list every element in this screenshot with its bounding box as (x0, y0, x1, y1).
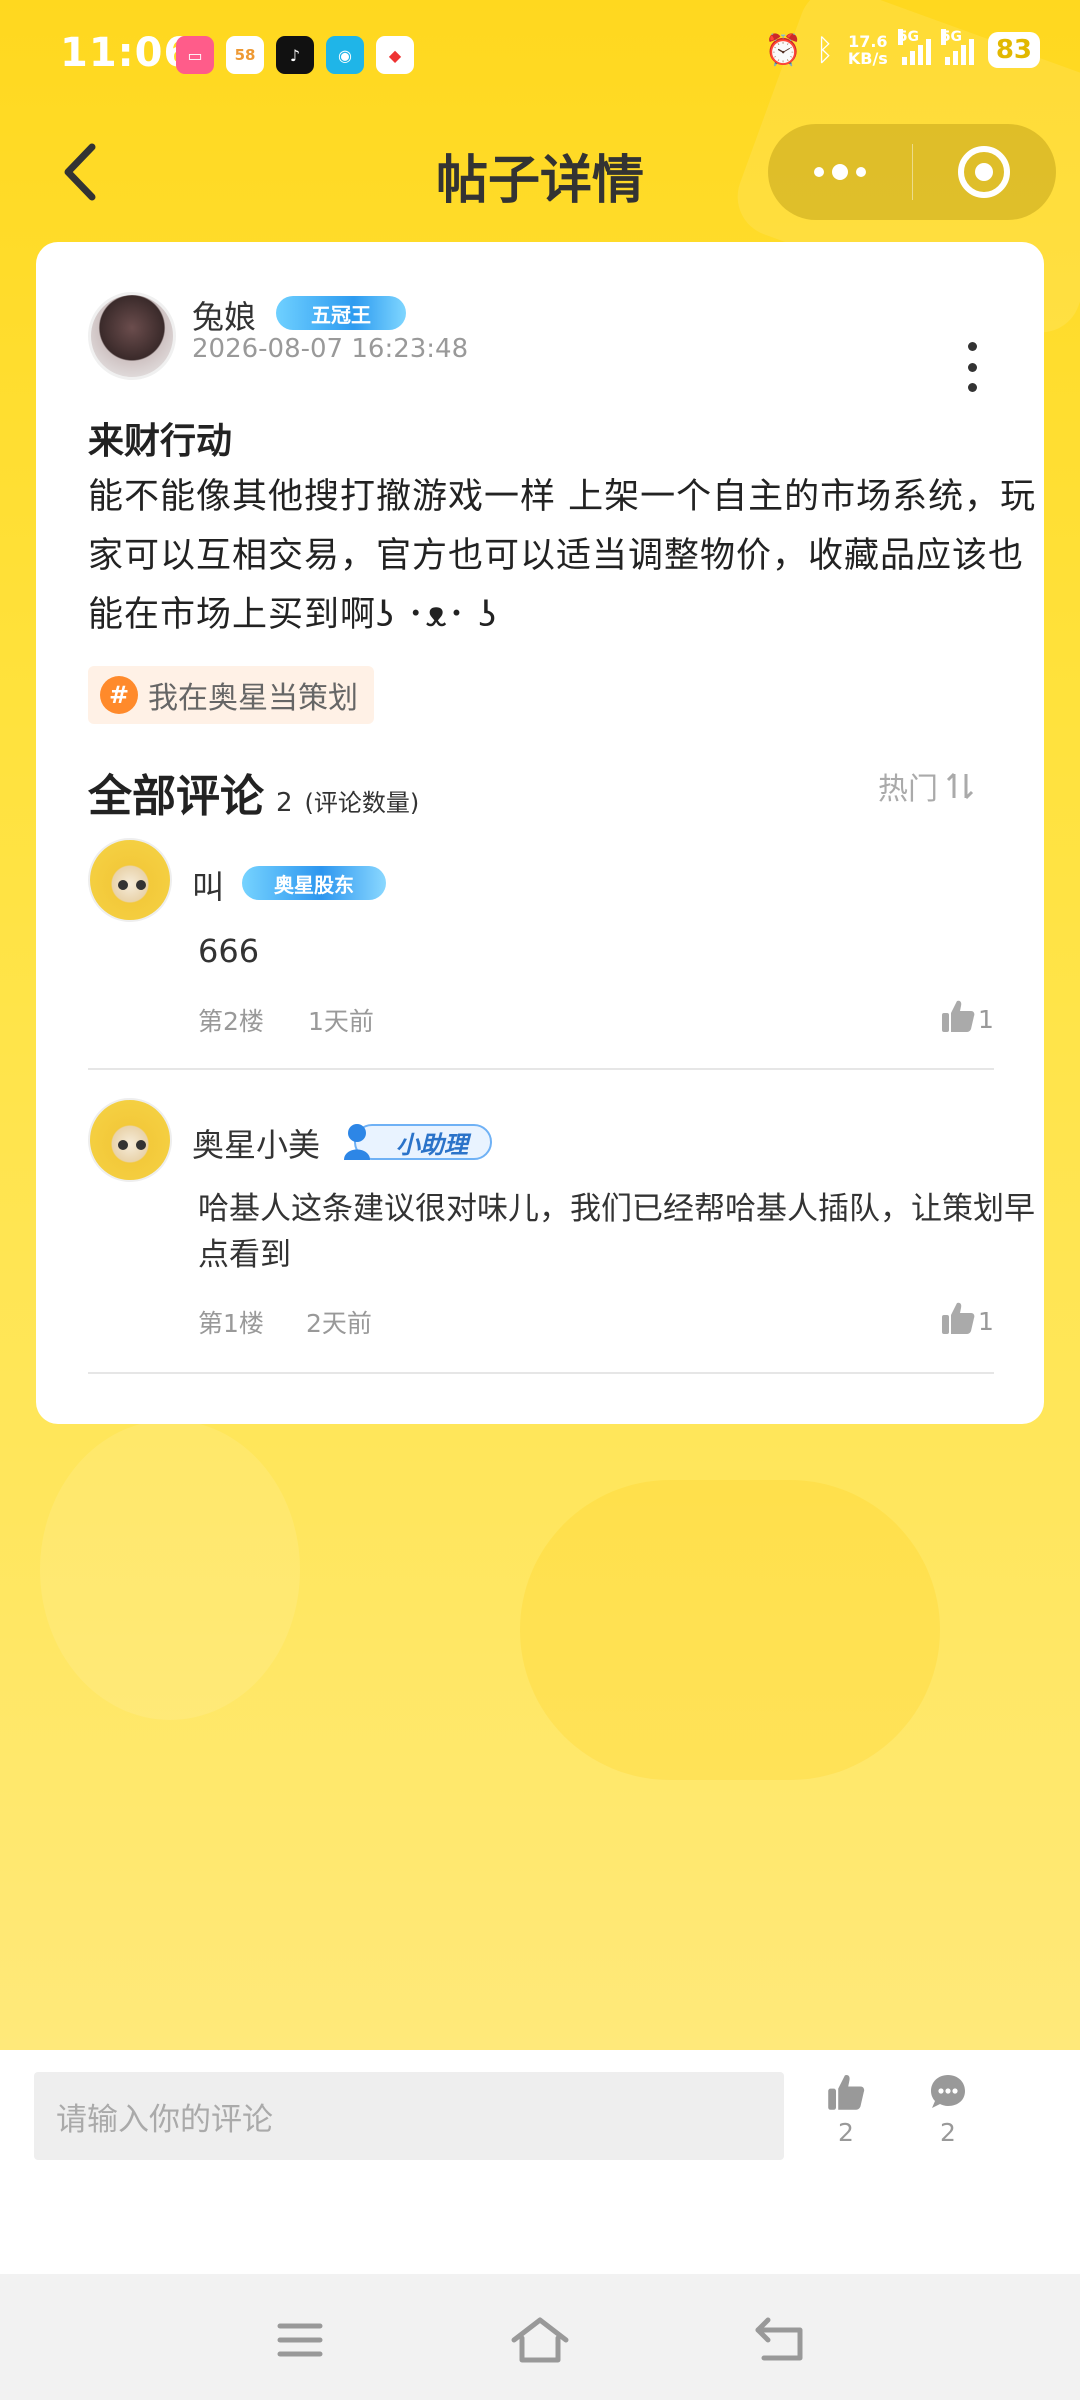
target-icon (958, 146, 1011, 198)
sort-arrows-icon (946, 772, 974, 800)
comment-input[interactable]: 请输入你的评论 (34, 2072, 784, 2160)
58-app-icon: 58 (226, 36, 264, 74)
china-mobile-icon: ◉ (326, 36, 364, 74)
more-vertical-icon (967, 342, 977, 351)
recent-apps-button[interactable] (270, 2312, 330, 2368)
mini-program-capsule (768, 124, 1056, 220)
sim1-network-type: 5G (897, 29, 920, 45)
alarm-icon: ⏰ (764, 32, 802, 68)
post-more-button[interactable] (960, 342, 984, 392)
sim2-network-type: 5G (940, 29, 963, 45)
signal-icon: 5G (940, 29, 974, 65)
comment-like-button[interactable]: 1 (940, 998, 994, 1034)
system-navigation-bar (0, 2274, 1080, 2400)
comments-header: 全部评论 2 (评论数量) (88, 760, 419, 824)
comments-count: 2 (276, 788, 293, 818)
background-decoration (520, 1480, 940, 1780)
comment-author[interactable]: 叫 (192, 862, 224, 908)
helper-badge-label: 小助理 (396, 1130, 468, 1159)
post-time: 2026-08-07 16:23:48 (192, 334, 469, 364)
comment-author-badge: 奥星股东 (242, 866, 386, 900)
network-speed-value: 17.6 (848, 32, 888, 51)
shopping-app-icon: ◆ (376, 36, 414, 74)
post-comment-button[interactable]: 2 (918, 2072, 978, 2147)
post-body: 能不能像其他搜打撤游戏一样 上架一个自主的市场系统，玩家可以互相交易，官方也可以… (88, 477, 1037, 635)
comment-like-button[interactable]: 1 (940, 1300, 994, 1336)
avatar[interactable] (88, 838, 172, 922)
comments-count-note: (评论数量) (304, 789, 420, 817)
avatar[interactable] (88, 1098, 172, 1182)
post-comment-count: 2 (940, 2118, 956, 2147)
close-mini-program-button[interactable] (913, 124, 1057, 220)
comment-like-count: 1 (978, 1005, 994, 1034)
comment-time: 1天前 (308, 1007, 374, 1036)
more-dots-icon (813, 164, 866, 180)
comment-bar: 请输入你的评论 2 2 (0, 2050, 1080, 2274)
thumbs-up-icon (828, 2075, 865, 2110)
back-system-button[interactable] (750, 2312, 810, 2368)
status-bar: 11:06 ▭ 58 ♪ ◉ ◆ ⏰ ᛒ 17.6 KB/s 5G 5G 83 (0, 0, 1080, 112)
hashtag-icon: # (100, 676, 138, 714)
thumbs-up-icon (942, 1000, 975, 1032)
thumbs-up-icon (942, 1302, 975, 1334)
return-arrow-icon (755, 2317, 803, 2361)
bilibili-icon: ▭ (176, 36, 214, 74)
comment-text: 哈基人这条建议很对味儿，我们已经帮哈基人插队，让策划早点看到 (198, 1191, 1035, 1273)
menu-icon (277, 2323, 323, 2357)
post-like-button[interactable]: 2 (816, 2072, 876, 2147)
network-speed-unit: KB/s (847, 49, 888, 68)
comment-floor: 第1楼 (198, 1309, 264, 1338)
sort-button[interactable]: 热门 (878, 764, 974, 808)
topic-label: 我在奥星当策划 (148, 681, 358, 716)
post-card: 兔娘 五冠王 2026-08-07 16:23:48 来财行动 能不能像其他搜打… (36, 242, 1044, 1424)
bluetooth-icon: ᛒ (815, 32, 834, 68)
comment-bubble-icon (931, 2075, 965, 2108)
post-like-count: 2 (838, 2118, 854, 2147)
topic-tag[interactable]: # 我在奥星当策划 (88, 666, 374, 724)
signal-icon: 5G (897, 29, 931, 65)
post-title: 来财行动 (88, 421, 233, 462)
comment-author[interactable]: 奥星小美 (192, 1120, 320, 1166)
avatar[interactable] (88, 292, 176, 380)
nav-bar: 帖子详情 (0, 112, 1080, 232)
home-button[interactable] (510, 2312, 570, 2368)
comment-like-count: 1 (978, 1307, 994, 1336)
comment-author-badge: 小助理 (344, 1124, 492, 1160)
comment-floor: 第2楼 (198, 1007, 264, 1036)
author-badge: 五冠王 (276, 296, 406, 330)
background-decoration (40, 1420, 300, 1720)
more-menu-button[interactable] (768, 124, 912, 220)
home-icon (511, 2317, 569, 2363)
divider (88, 1068, 994, 1070)
comment-text: 666 (198, 932, 260, 970)
network-speed: 17.6 KB/s (848, 33, 888, 67)
assistant-person-icon (344, 1124, 370, 1160)
comments-title: 全部评论 (88, 771, 264, 822)
author-name[interactable]: 兔娘 (192, 292, 256, 338)
status-time: 11:06 (60, 30, 193, 76)
divider (88, 1372, 994, 1374)
comment-time: 2天前 (306, 1309, 372, 1338)
tiktok-icon: ♪ (276, 36, 314, 74)
battery-indicator: 83 (987, 32, 1040, 68)
notification-app-icons: ▭ 58 ♪ ◉ ◆ (176, 36, 414, 74)
sort-label: 热门 (878, 772, 938, 807)
system-status-icons: ⏰ ᛒ 17.6 KB/s 5G 5G 83 (764, 29, 1040, 68)
